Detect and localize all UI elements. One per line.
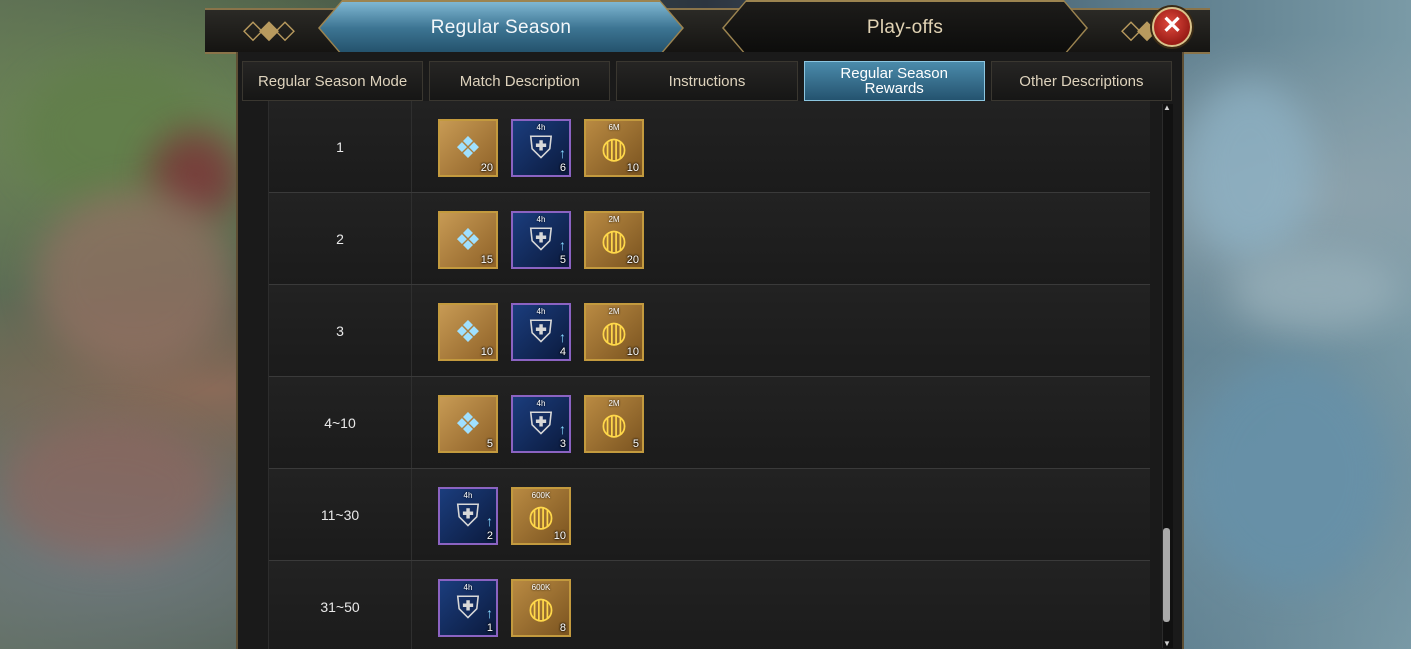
reward-quantity: 20 <box>480 162 493 174</box>
reward-item-gold-coins[interactable]: 2M ◍ 10 <box>584 303 644 361</box>
rewards-list[interactable]: 1 ❖ 20 4h ⛨ ↑ 6 6M ◍ 10 2 ❖ 15 4h ⛨ ↑ 5 … <box>268 101 1150 649</box>
tab-other-descriptions[interactable]: Other Descriptions <box>990 61 1173 101</box>
tab-regular-season-rewards[interactable]: Regular Season Rewards <box>803 61 985 101</box>
close-x-icon: ✕ <box>1161 12 1183 39</box>
tab-play-offs-label: Play-offs <box>866 17 944 38</box>
reward-quantity: 4 <box>559 346 566 358</box>
reward-items: ❖ 20 4h ⛨ ↑ 6 6M ◍ 10 <box>438 119 644 177</box>
tab-match-description[interactable]: Match Description <box>429 61 611 101</box>
reward-item-gold-coins[interactable]: 6M ◍ 10 <box>584 119 644 177</box>
reward-item-shield-boost[interactable]: 4h ⛨ ↑ 1 <box>438 579 498 637</box>
arrow-up-icon: ↑ <box>486 605 493 621</box>
tab-regular-season[interactable]: Regular Season <box>320 2 682 54</box>
rank-label: 11~30 <box>269 469 412 560</box>
reward-quantity: 3 <box>559 438 566 450</box>
reward-item-shield-boost[interactable]: 4h ⛨ ↑ 2 <box>438 487 498 545</box>
tab-regular-season-mode[interactable]: Regular Season Mode <box>242 61 424 101</box>
rank-label: 3 <box>269 285 412 376</box>
reward-quantity: 10 <box>553 530 566 542</box>
left-ornament-icon: ◇◆◇ <box>243 14 295 44</box>
scroll-down-arrow-icon[interactable]: ▼ <box>1162 640 1172 648</box>
reward-item-shield-boost[interactable]: 4h ⛨ ↑ 3 <box>511 395 571 453</box>
rank-row: 2 ❖ 15 4h ⛨ ↑ 5 2M ◍ 20 <box>269 193 1150 286</box>
reward-quantity: 10 <box>626 346 639 358</box>
rank-row: 4~10 ❖ 5 4h ⛨ ↑ 3 2M ◍ 5 <box>269 377 1150 470</box>
tab-regular-season-label: Regular Season <box>430 17 572 38</box>
reward-quantity: 20 <box>626 254 639 266</box>
reward-quantity: 5 <box>486 438 493 450</box>
close-button[interactable]: ✕ <box>1152 7 1192 47</box>
reward-item-gold-coins[interactable]: 2M ◍ 20 <box>584 211 644 269</box>
reward-items: 4h ⛨ ↑ 2 600K ◍ 10 <box>438 487 571 545</box>
tab-instructions-label: Instructions <box>668 72 746 90</box>
reward-quantity: 6 <box>559 162 566 174</box>
reward-item-shield-boost[interactable]: 4h ⛨ ↑ 4 <box>511 303 571 361</box>
rank-label: 1 <box>269 101 412 192</box>
subtab-bar: Regular Season Mode Match Description In… <box>242 61 1173 101</box>
reward-quantity: 5 <box>632 438 639 450</box>
reward-quantity: 8 <box>559 622 566 634</box>
arrow-up-icon: ↑ <box>559 329 566 345</box>
rank-row: 3 ❖ 10 4h ⛨ ↑ 4 2M ◍ 10 <box>269 285 1150 378</box>
rank-row: 11~30 4h ⛨ ↑ 2 600K ◍ 10 <box>269 469 1150 562</box>
reward-quantity: 5 <box>559 254 566 266</box>
reward-item-gear-chest[interactable]: ❖ 20 <box>438 119 498 177</box>
reward-item-gear-chest[interactable]: ❖ 10 <box>438 303 498 361</box>
reward-items: 4h ⛨ ↑ 1 600K ◍ 8 <box>438 579 571 637</box>
tab-match-description-label: Match Description <box>459 72 580 90</box>
arrow-up-icon: ↑ <box>559 145 566 161</box>
reward-quantity: 10 <box>626 162 639 174</box>
tab-other-descriptions-label: Other Descriptions <box>1019 72 1144 90</box>
reward-item-gold-coins[interactable]: 2M ◍ 5 <box>584 395 644 453</box>
arrow-up-icon: ↑ <box>559 421 566 437</box>
reward-quantity: 15 <box>480 254 493 266</box>
tab-play-offs[interactable]: Play-offs <box>724 2 1086 54</box>
reward-items: ❖ 15 4h ⛨ ↑ 5 2M ◍ 20 <box>438 211 644 269</box>
reward-items: ❖ 10 4h ⛨ ↑ 4 2M ◍ 10 <box>438 303 644 361</box>
rank-row: 31~50 4h ⛨ ↑ 1 600K ◍ 8 <box>269 561 1150 649</box>
reward-item-gear-chest[interactable]: ❖ 5 <box>438 395 498 453</box>
tab-regular-season-rewards-label: Regular Season Rewards <box>840 65 948 97</box>
scrollbar-thumb[interactable] <box>1163 528 1170 622</box>
tab-instructions[interactable]: Instructions <box>616 61 798 101</box>
reward-quantity: 2 <box>486 530 493 542</box>
reward-quantity: 10 <box>480 346 493 358</box>
tab-regular-season-mode-label: Regular Season Mode <box>257 72 408 90</box>
reward-quantity: 1 <box>486 622 493 634</box>
rank-row: 1 ❖ 20 4h ⛨ ↑ 6 6M ◍ 10 <box>269 101 1150 194</box>
arrow-up-icon: ↑ <box>559 237 566 253</box>
arrow-up-icon: ↑ <box>486 513 493 529</box>
reward-item-shield-boost[interactable]: 4h ⛨ ↑ 5 <box>511 211 571 269</box>
scroll-up-arrow-icon[interactable]: ▲ <box>1162 104 1172 112</box>
rank-label: 2 <box>269 193 412 284</box>
reward-item-shield-boost[interactable]: 4h ⛨ ↑ 6 <box>511 119 571 177</box>
reward-item-gold-coins[interactable]: 600K ◍ 8 <box>511 579 571 637</box>
rank-label: 31~50 <box>269 561 412 649</box>
rank-label: 4~10 <box>269 377 412 468</box>
reward-items: ❖ 5 4h ⛨ ↑ 3 2M ◍ 5 <box>438 395 644 453</box>
reward-item-gold-coins[interactable]: 600K ◍ 10 <box>511 487 571 545</box>
reward-item-gear-chest[interactable]: ❖ 15 <box>438 211 498 269</box>
